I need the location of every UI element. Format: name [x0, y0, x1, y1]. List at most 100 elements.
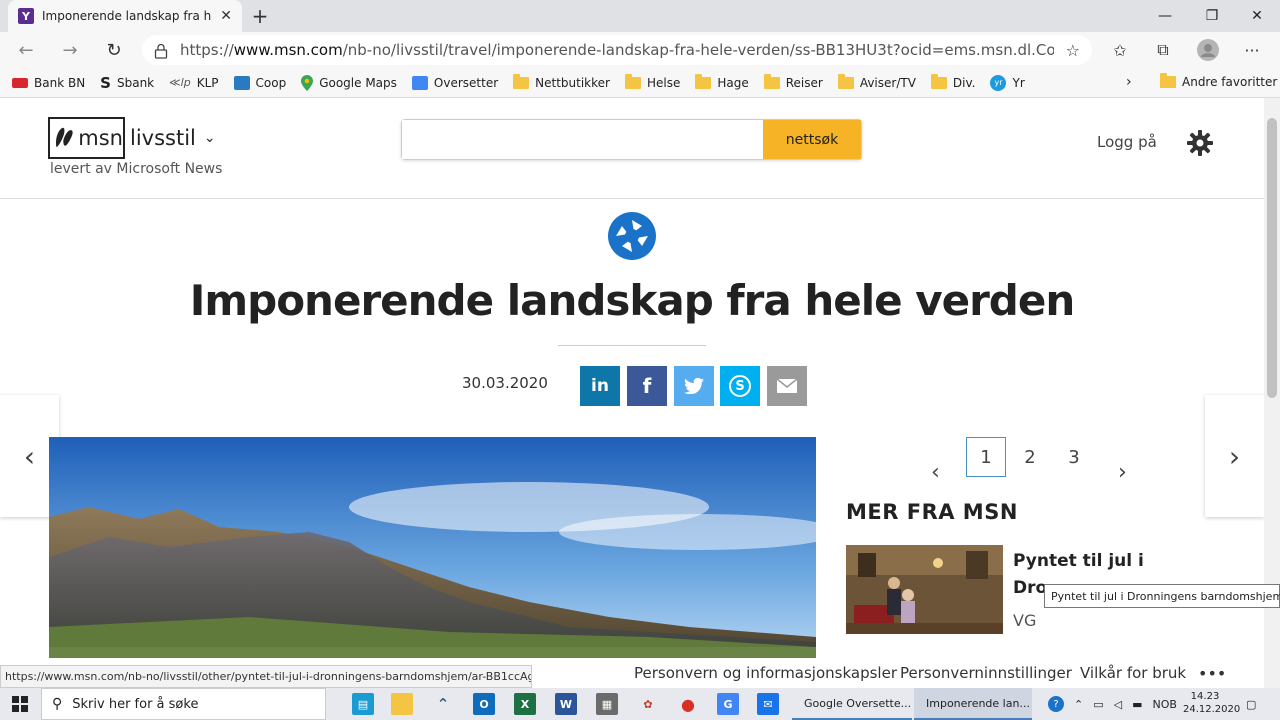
taskbar-clock[interactable]: 14.23 24.12.2020	[1183, 690, 1240, 716]
footer-privacy-link[interactable]: Personvern og informasjonskapsler	[634, 664, 897, 682]
system-tray: ? ⌃ ▭ ◁ ▬ NOB	[1048, 688, 1177, 720]
share-facebook-button[interactable]: f	[627, 366, 667, 406]
folder-icon	[763, 73, 780, 89]
taskbar-app-paint-icon[interactable]: ✿	[637, 693, 659, 715]
new-tab-button[interactable]: +	[248, 4, 272, 28]
bookmark-coop[interactable]: Coop	[233, 75, 286, 90]
windows-start-icon[interactable]	[12, 696, 28, 712]
footer-more-button[interactable]: •••	[1198, 664, 1226, 683]
profile-avatar[interactable]	[1194, 36, 1222, 64]
restore-button[interactable]: ❐	[1189, 0, 1235, 32]
bookmark-folder-aviser-tv[interactable]: Aviser/TV	[837, 73, 916, 90]
bookmark-other-favorites[interactable]: Andre favoritter	[1160, 73, 1277, 89]
bookmark-folder-helse[interactable]: Helse	[624, 73, 680, 90]
bookmark-bank-bn[interactable]: Bank BN	[12, 76, 85, 90]
tab-close-icon[interactable]: ✕	[220, 8, 232, 24]
volume-icon[interactable]: ◁	[1114, 698, 1122, 711]
source-logo-icon[interactable]	[608, 212, 656, 260]
notifications-icon[interactable]: ▢	[1246, 688, 1256, 720]
skype-icon: S	[729, 375, 751, 397]
bookmark-folder-nettbutikker[interactable]: Nettbutikker	[513, 73, 610, 90]
sbank-icon: S	[100, 73, 111, 92]
folder-icon	[837, 73, 854, 89]
refresh-button[interactable]: ↻	[100, 36, 128, 64]
title-divider	[558, 345, 706, 346]
help-icon[interactable]: ?	[1048, 696, 1064, 712]
card-thumbnail[interactable]	[846, 545, 1003, 634]
windows-taskbar: ⚲ Skriv her for å søke ▤ ⌃ O X W ▦ ✿ ● G…	[0, 688, 1280, 720]
tray-chevron-up-icon[interactable]: ⌃	[1074, 698, 1083, 711]
share-twitter-button[interactable]	[674, 366, 714, 406]
search-input[interactable]	[402, 120, 763, 159]
scrollbar-thumb[interactable]	[1267, 118, 1277, 398]
taskbar-file-explorer-icon[interactable]	[391, 693, 413, 715]
footer-terms-link[interactable]: Vilkår for bruk	[1080, 664, 1186, 682]
yr-icon: yr	[990, 74, 1007, 91]
share-email-button[interactable]	[767, 366, 807, 406]
pager-prev-chevron-icon[interactable]: ‹	[931, 460, 940, 485]
taskbar-calculator-icon[interactable]: ▦	[596, 693, 618, 715]
coop-icon	[233, 75, 250, 90]
facebook-icon: f	[642, 374, 652, 398]
web-search-button[interactable]: nettsøk	[763, 120, 861, 159]
share-linkedin-button[interactable]: in	[580, 366, 620, 406]
taskbar-outlook-icon[interactable]: O	[473, 693, 495, 715]
msn-logo[interactable]: msn	[48, 117, 125, 159]
section-selector[interactable]: livsstil ⌄	[130, 126, 216, 150]
back-button[interactable]: ←	[12, 36, 40, 64]
bookmark-klp[interactable]: ≪lp KLP	[169, 76, 218, 90]
bookmark-oversetter[interactable]: Oversetter	[411, 75, 498, 90]
network-icon[interactable]: ▭	[1093, 698, 1103, 711]
battery-icon[interactable]: ▬	[1132, 698, 1142, 711]
taskbar-excel-icon[interactable]: X	[514, 693, 536, 715]
language-indicator[interactable]: NOB	[1153, 698, 1177, 711]
folder-icon	[624, 73, 641, 89]
page-2-button[interactable]: 2	[1010, 437, 1050, 477]
taskbar-word-icon[interactable]: W	[555, 693, 577, 715]
bookmarks-overflow-chevron-icon[interactable]: ›	[1126, 74, 1132, 90]
favorite-star-icon[interactable]: ☆	[1066, 41, 1080, 60]
chevron-right-icon: ›	[1228, 439, 1241, 473]
share-skype-button[interactable]: S	[720, 366, 760, 406]
folder-icon	[930, 73, 947, 89]
next-slide-button[interactable]: ›	[1205, 395, 1264, 517]
taskbar-app-translate-icon[interactable]: G	[717, 693, 739, 715]
minimize-button[interactable]: —	[1142, 0, 1188, 32]
taskbar-mail-icon[interactable]: ✉	[757, 693, 779, 715]
twitter-bird-icon	[684, 378, 704, 394]
address-bar[interactable]: https://www.msn.com/nb-no/livsstil/trave…	[142, 35, 1092, 65]
lock-icon[interactable]	[154, 43, 168, 59]
taskbar-maps-icon[interactable]: ●	[677, 693, 699, 715]
footer-privacy-settings-link[interactable]: Personverninnstillinger	[900, 664, 1072, 682]
bookmark-sbank[interactable]: S Sbank	[100, 74, 154, 92]
bookmark-google-maps[interactable]: Google Maps	[301, 74, 397, 91]
gear-icon[interactable]	[1186, 129, 1214, 157]
taskbar-search-box[interactable]: ⚲ Skriv her for å søke	[41, 688, 326, 720]
section-label: livsstil	[130, 126, 196, 150]
login-link[interactable]: Logg på	[1097, 133, 1157, 151]
pager-next-chevron-icon[interactable]: ›	[1118, 460, 1127, 485]
taskbar-app-store-icon[interactable]: ▤	[352, 693, 374, 715]
collections-icon[interactable]: ⧉	[1149, 36, 1177, 64]
bookmark-folder-reiser[interactable]: Reiser	[763, 73, 823, 90]
favorites-icon[interactable]: ✩	[1106, 36, 1134, 64]
address-toolbar: ← → ↻ https://www.msn.com/nb-no/livsstil…	[0, 32, 1280, 68]
forward-button[interactable]: →	[56, 36, 84, 64]
bookmark-folder-hage[interactable]: Hage	[695, 73, 749, 90]
page-3-button[interactable]: 3	[1054, 437, 1094, 477]
bookmark-folder-div[interactable]: Div.	[930, 73, 975, 90]
taskbar-window-google-translate[interactable]: Google Oversette...	[792, 688, 912, 720]
taskbar-app-arrow-icon[interactable]: ⌃	[432, 693, 454, 715]
taskbar-window-edge[interactable]: Imponerende lan...	[914, 688, 1032, 720]
link-tooltip: Pyntet til jul i Dronningens barndomshje…	[1044, 584, 1280, 608]
hero-landscape-image[interactable]	[49, 437, 816, 658]
browser-tab-active[interactable]: Y Imponerende landskap fra hele v ✕	[8, 0, 242, 32]
page-1-button[interactable]: 1	[966, 437, 1006, 477]
bookmark-yr[interactable]: yr Yr	[990, 74, 1025, 91]
tab-strip: Y Imponerende landskap fra hele v ✕ + — …	[0, 0, 1280, 32]
brand-subtitle: levert av Microsoft News	[50, 161, 223, 177]
header-divider	[0, 198, 1264, 199]
more-menu-button[interactable]: ···	[1238, 36, 1266, 64]
klp-icon: ≪lp	[169, 76, 191, 89]
close-window-button[interactable]: ✕	[1234, 0, 1280, 32]
